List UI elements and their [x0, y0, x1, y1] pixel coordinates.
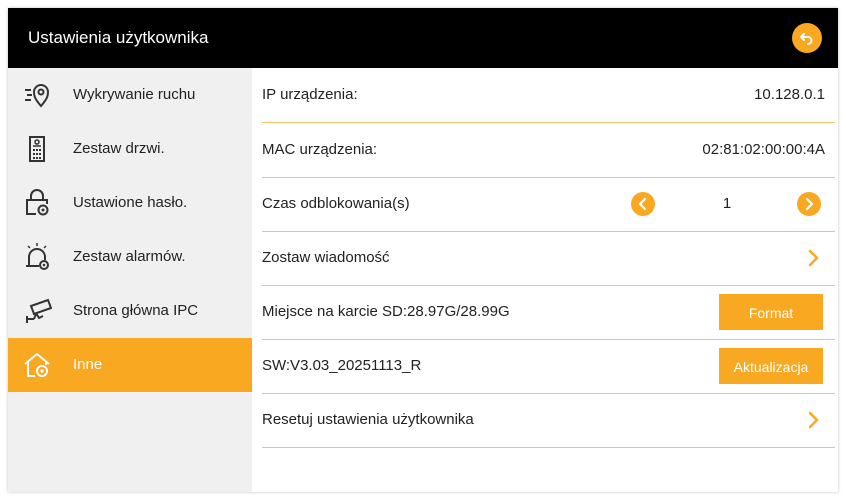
sidebar: Wykrywanie ruchu Zestaw drzwi. Ustawione… [8, 68, 252, 492]
decrease-button[interactable] [631, 192, 655, 216]
lock-gear-icon [26, 189, 49, 216]
motion-location-icon [25, 84, 50, 108]
mac-label: MAC urządzenia: [262, 141, 378, 158]
mac-value: 02:81:02:00:00:4A [702, 141, 825, 158]
unlock-time-label: Czas odblokowania(s) [262, 195, 410, 212]
back-button[interactable] [792, 23, 822, 53]
chevron-right-icon [805, 197, 814, 211]
ip-label: IP urządzenia: [262, 86, 358, 103]
mac-row: MAC urządzenia: 02:81:02:00:00:4A [262, 123, 835, 178]
format-button[interactable]: Format [719, 294, 823, 330]
page-title: Ustawienia użytkownika [28, 28, 209, 47]
ip-row: IP urządzenia: 10.128.0.1 [262, 68, 835, 123]
sidebar-item-label: Zestaw drzwi. [73, 140, 165, 157]
home-gear-icon [24, 353, 50, 377]
unlock-time-row: Czas odblokowania(s) 1 [262, 177, 835, 232]
leave-message-label: Zostaw wiadomość [262, 249, 390, 266]
sidebar-item-other[interactable]: Inne [8, 338, 252, 392]
software-version-label: SW:V3.03_20251113_R [262, 357, 422, 374]
sidebar-item-label: Ustawione hasło. [73, 194, 188, 211]
sidebar-item-password[interactable]: Ustawione hasło. [8, 176, 252, 230]
sidebar-item-label: Inne [73, 356, 103, 373]
title-bar: Ustawienia użytkownika [8, 8, 838, 68]
sidebar-item-label: Strona główna IPC [73, 302, 199, 319]
settings-window: Ustawienia użytkownika Wykrywanie ruchu [8, 8, 838, 492]
sidebar-item-motion-detection[interactable]: Wykrywanie ruchu [8, 68, 252, 122]
alarm-bell-gear-icon [26, 243, 49, 270]
back-arrow-icon [800, 33, 813, 45]
sidebar-item-label: Zestaw alarmów. [73, 248, 186, 265]
chevron-right-icon [808, 249, 819, 267]
sidebar-item-door-station[interactable]: Zestaw drzwi. [8, 122, 252, 176]
reset-settings-row[interactable]: Resetuj ustawienia użytkownika [262, 393, 835, 448]
sidebar-item-alarm[interactable]: Zestaw alarmów. [8, 230, 252, 284]
cctv-camera-icon [26, 298, 52, 323]
sd-card-row: Miejsce na karcie SD:28.97G/28.99G Forma… [262, 285, 835, 340]
unlock-time-value: 1 [722, 195, 732, 212]
reset-settings-label: Resetuj ustawienia użytkownika [262, 411, 474, 428]
chevron-left-icon [638, 197, 647, 211]
ip-value: 10.128.0.1 [754, 86, 825, 103]
update-button[interactable]: Aktualizacja [719, 348, 823, 384]
sd-card-label: Miejsce na karcie SD:28.97G/28.99G [262, 303, 510, 320]
sidebar-item-label: Wykrywanie ruchu [73, 86, 196, 103]
software-row: SW:V3.03_20251113_R Aktualizacja [262, 339, 835, 394]
leave-message-row[interactable]: Zostaw wiadomość [262, 231, 835, 286]
sidebar-item-ipc[interactable]: Strona główna IPC [8, 284, 252, 338]
settings-panel: IP urządzenia: 10.128.0.1 MAC urządzenia… [252, 68, 838, 492]
chevron-right-icon [808, 411, 819, 429]
door-station-icon [29, 136, 45, 162]
increase-button[interactable] [797, 192, 821, 216]
